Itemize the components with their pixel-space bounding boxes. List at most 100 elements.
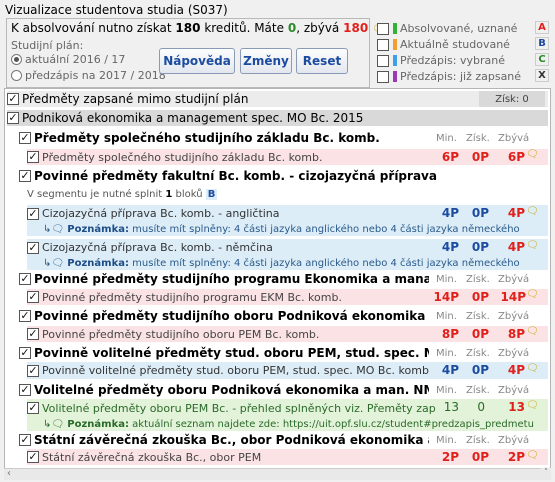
scroll-down-icon[interactable]: ˅ (541, 468, 551, 480)
value-min: 8P (441, 327, 459, 341)
section-title: Povinné předměty fakultní Bc. komb. - ci… (34, 169, 437, 183)
section-row[interactable]: Povinné předměty studijního oboru Podnik… (19, 308, 429, 324)
legend-letter-c[interactable]: C (535, 53, 549, 66)
comment-icon[interactable]: 🗨 (526, 206, 539, 217)
plan-preenroll-radio[interactable]: předzápis na 2017 / 2018 (11, 69, 166, 82)
header-get: Získ. (466, 385, 490, 396)
row-checkbox[interactable] (27, 402, 39, 414)
help-button[interactable]: Nápověda (159, 48, 235, 74)
row-checkbox[interactable] (7, 112, 19, 124)
legend-letter-a[interactable]: A (535, 21, 549, 34)
note-arrow-icon: ↳🗨 (43, 223, 68, 235)
comment-icon[interactable]: 🗨 (526, 450, 539, 461)
item-label: Cizojazyčná příprava Bc. komb. - němčina (42, 241, 273, 254)
scroll-left-icon[interactable]: ‹ (7, 468, 11, 479)
header-left: Zbývá (498, 133, 530, 144)
note-label: Poznámka: (67, 257, 129, 269)
header-min: Min. (436, 348, 457, 359)
legend-item-studying[interactable]: Aktuálně studované (377, 38, 510, 51)
legend-checkbox[interactable] (377, 70, 389, 83)
comment-icon[interactable]: 🗨 (526, 240, 539, 251)
legend-letter-b[interactable]: B (535, 37, 549, 50)
legend-color-swatch (393, 39, 397, 50)
header-left: Zbývá (498, 435, 530, 446)
header-min: Min. (436, 385, 457, 396)
row-checkbox[interactable] (27, 328, 39, 340)
legend-checkbox[interactable] (377, 54, 389, 67)
comment-icon[interactable]: 🗨 (526, 400, 539, 411)
comment-icon[interactable]: 🗨 (526, 326, 539, 337)
legend-label: Aktuálně studované (400, 38, 510, 51)
row-checkbox[interactable] (19, 132, 31, 144)
value-left: 14P (500, 290, 527, 304)
segment-info: V segmentu je nutné splnit 1 bloků B (27, 187, 548, 201)
plan-preenroll-label: předzápis na 2017 / 2018 (25, 69, 166, 82)
row-checkbox[interactable] (19, 170, 31, 182)
row-checkbox[interactable] (27, 291, 39, 303)
tree-row[interactable]: Podniková ekonomika a management spec. M… (7, 110, 548, 126)
value-left: 6P (507, 150, 525, 164)
legend-item-enrolled[interactable]: Předzápis: již zapsané (377, 70, 521, 83)
row-checkbox[interactable] (27, 364, 39, 377)
row-checkbox[interactable] (19, 310, 31, 322)
plan-label: Studijní plán: (11, 39, 84, 52)
legend-item-selected[interactable]: Předzápis: vybrané (377, 54, 505, 67)
comment-icon[interactable]: 🗨 (526, 363, 539, 374)
row-checkbox[interactable] (19, 384, 31, 396)
legend-label: Předzápis: vybrané (400, 54, 505, 67)
row-checkbox[interactable] (19, 434, 31, 446)
value-left: 13 (508, 400, 525, 414)
credit-remain: 180 (343, 21, 369, 35)
row-checkbox[interactable] (27, 207, 39, 220)
value-min: 4P (441, 240, 459, 254)
row-label: Předměty zapsané mimo studijní plán (22, 92, 249, 106)
item-label: Povinné předměty studijního programu EKM… (42, 290, 342, 304)
row-checkbox[interactable] (7, 93, 19, 105)
changes-button[interactable]: Změny (240, 48, 292, 74)
value-min: 14P (433, 290, 460, 304)
comment-icon[interactable]: 🗨 (526, 289, 539, 300)
legend-label: Předzápis: již zapsané (400, 70, 522, 83)
section-title: Předměty společného studijního základu B… (34, 131, 380, 145)
note-row: ↳🗨 Poznámka: musíte mít splněny: 4 části… (27, 256, 548, 270)
radio-selected-icon (11, 54, 22, 65)
header-left: Zbývá (498, 348, 530, 359)
value-left: 8P (507, 327, 525, 341)
section-row[interactable]: Předměty společného studijního základu B… (19, 130, 429, 146)
section-row[interactable]: Volitelné předměty oboru Podniková ekono… (19, 382, 429, 398)
legend-checkbox[interactable] (377, 22, 389, 35)
value-get: 0P (471, 290, 489, 304)
row-checkbox[interactable] (27, 451, 39, 463)
section-row[interactable]: Povinné předměty studijního programu Eko… (19, 271, 429, 287)
legend-checkbox[interactable] (377, 38, 389, 51)
horizontal-scrollbar[interactable]: ‹ › (4, 468, 551, 480)
item-label: Povinně volitelné předměty stud. oboru P… (42, 364, 429, 377)
row-checkbox[interactable] (27, 241, 39, 254)
legend-letter-x[interactable]: X (535, 69, 549, 82)
value-left: 4P (507, 363, 525, 377)
section-row[interactable]: Státní závěrečná zkouška Bc., obor Podni… (19, 432, 429, 448)
row-checkbox[interactable] (19, 273, 31, 285)
legend-color-swatch (393, 23, 397, 34)
header-get: Získ. (466, 311, 490, 322)
item-label: Státní závěrečná zkouška Bc., obor PEM (42, 450, 262, 464)
section-row[interactable]: Povinné předměty fakultní Bc. komb. - ci… (19, 168, 539, 184)
row-checkbox[interactable] (27, 151, 39, 163)
section-title: Povinně volitelné předměty stud. oboru P… (34, 346, 429, 360)
row-checkbox[interactable] (19, 347, 31, 359)
reset-button[interactable]: Reset (296, 48, 348, 74)
note-row: ↳🗨 Poznámka: aktuální seznam najdete zde… (27, 417, 548, 431)
tree-row[interactable]: Předměty zapsané mimo studijní plán (7, 91, 548, 107)
section-row[interactable]: Povinně volitelné předměty stud. oboru P… (19, 345, 429, 361)
segment-count: 1 (165, 188, 173, 200)
plan-current-radio[interactable]: aktuální 2016 / 17 (11, 53, 125, 66)
value-left: 2P (507, 450, 525, 464)
note-arrow-icon: ↳🗨 (43, 257, 68, 269)
section-title: Povinné předměty studijního programu Eko… (34, 272, 429, 286)
value-get: 0P (471, 150, 489, 164)
note-text: musíte mít splněny: 4 části jazyka angli… (132, 257, 520, 269)
comment-icon[interactable]: 🗨 (526, 149, 539, 160)
legend-item-completed[interactable]: Absolvované, uznané (377, 22, 517, 35)
legend-color-swatch (393, 71, 397, 82)
plan-current-label: aktuální 2016 / 17 (25, 53, 126, 66)
